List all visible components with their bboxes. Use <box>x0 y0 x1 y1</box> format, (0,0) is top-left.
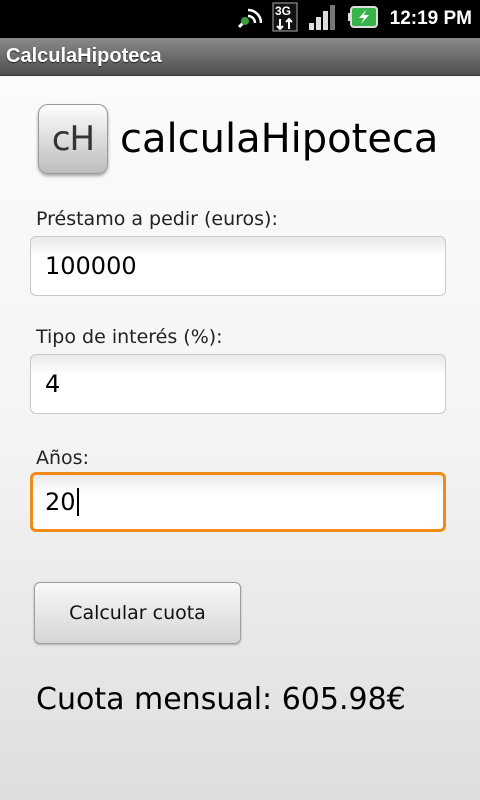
rate-label: Tipo de interés (%): <box>36 326 223 348</box>
loan-label: Préstamo a pedir (euros): <box>36 208 278 230</box>
years-value: 20 <box>45 488 76 516</box>
status-bar: 3G 12:19 PM <box>0 0 480 38</box>
app-header: cH calculaHipoteca <box>38 104 438 174</box>
signal-icon <box>308 3 338 35</box>
loan-amount-value: 100000 <box>45 252 137 280</box>
sync-icon <box>236 4 262 34</box>
monthly-payment-result: Cuota mensual: 605.98€ <box>36 682 406 717</box>
loan-amount-field[interactable]: 100000 <box>30 236 446 296</box>
3g-icon: 3G <box>272 2 298 36</box>
title-bar: CalculaHipoteca <box>0 38 480 76</box>
main-content: cH calculaHipoteca Préstamo a pedir (eur… <box>0 76 480 800</box>
app-name: calculaHipoteca <box>120 116 439 162</box>
window-title: CalculaHipoteca <box>6 45 162 67</box>
years-label: Años: <box>36 447 89 469</box>
interest-rate-value: 4 <box>45 370 61 398</box>
network-label: 3G <box>275 4 291 18</box>
app-logo: cH <box>38 104 108 174</box>
text-cursor <box>76 488 79 516</box>
calculate-button[interactable]: Calcular cuota <box>34 582 241 644</box>
status-time: 12:19 PM <box>389 8 472 29</box>
years-field[interactable]: 20 <box>30 472 446 532</box>
interest-rate-field[interactable]: 4 <box>30 354 446 414</box>
battery-charging-icon <box>347 5 378 33</box>
